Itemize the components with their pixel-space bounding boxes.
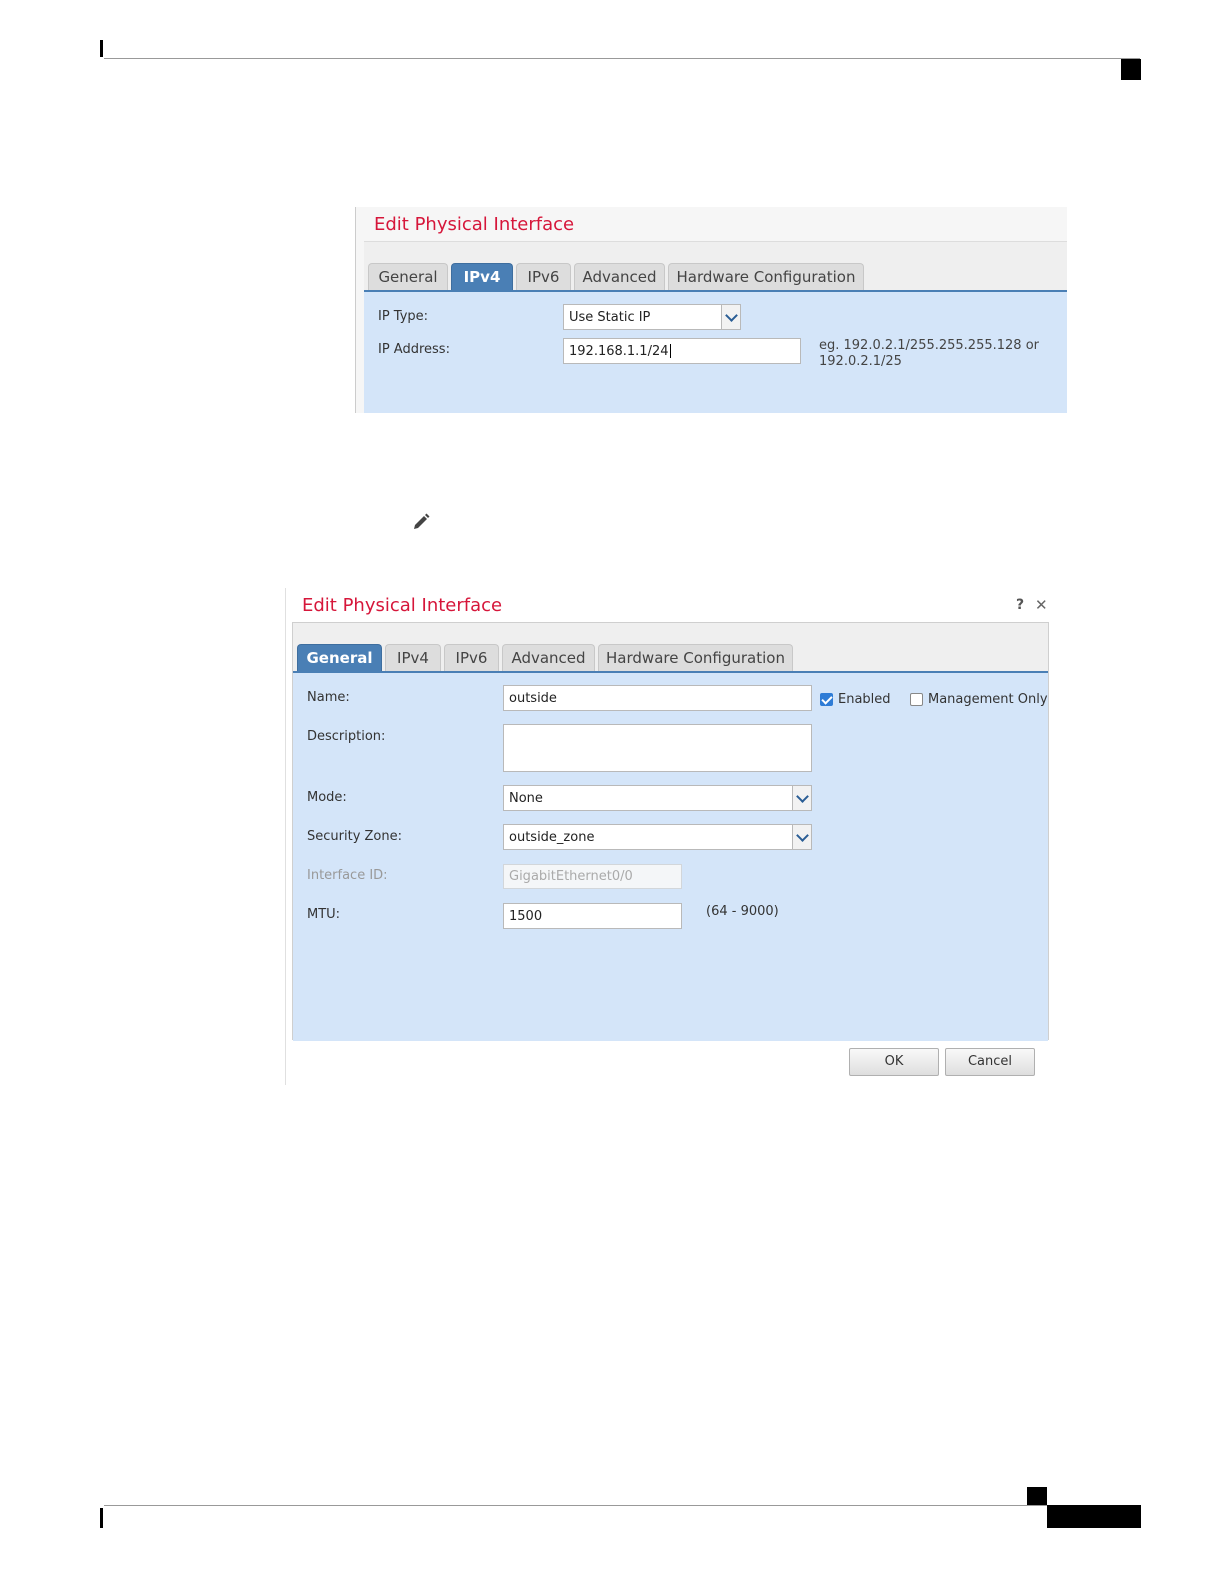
mtu-label: MTU: (307, 907, 341, 922)
tab-advanced[interactable]: Advanced (574, 263, 665, 290)
tab-general[interactable]: General (297, 644, 382, 671)
mode-value: None (509, 790, 543, 806)
enabled-label: Enabled (838, 692, 891, 707)
security-zone-value: outside_zone (509, 829, 595, 845)
chevron-down-icon[interactable] (792, 785, 812, 811)
cancel-button[interactable]: Cancel (945, 1048, 1035, 1076)
ip-type-select[interactable]: Use Static IP (563, 304, 741, 330)
ip-address-value: 192.168.1.1/24 (569, 343, 669, 359)
description-textarea[interactable] (503, 724, 812, 772)
security-zone-select[interactable]: outside_zone (503, 824, 812, 850)
interface-id-value: GigabitEthernet0/0 (509, 869, 633, 884)
text-cursor (669, 344, 671, 358)
enabled-checkbox[interactable] (820, 693, 833, 706)
interface-id-input: GigabitEthernet0/0 (503, 864, 682, 889)
ip-address-input[interactable]: 192.168.1.1/24 (563, 338, 801, 364)
chevron-down-icon[interactable] (792, 824, 812, 850)
name-value: outside (509, 690, 557, 706)
ip-address-hint-line2: 192.0.2.1/25 (819, 354, 902, 369)
mtu-range-hint: (64 - 9000) (706, 904, 779, 919)
tab-ipv6[interactable]: IPv6 (516, 263, 571, 290)
footer-rule (104, 1505, 1048, 1506)
mode-select[interactable]: None (503, 785, 812, 811)
dialog-title: Edit Physical Interface (302, 595, 503, 616)
chevron-down-icon[interactable] (721, 304, 741, 330)
ok-button[interactable]: OK (849, 1048, 939, 1076)
name-label: Name: (307, 690, 350, 705)
tab-general[interactable]: General (368, 263, 448, 290)
footer-tick (100, 1508, 103, 1528)
management-only-checkbox[interactable] (910, 693, 923, 706)
tab-hardware-configuration[interactable]: Hardware Configuration (668, 263, 864, 290)
header-tick (100, 40, 103, 57)
ip-address-label: IP Address: (378, 342, 450, 357)
ip-address-hint-line1: eg. 192.0.2.1/255.255.255.128 or (819, 338, 1039, 353)
close-icon[interactable]: ✕ (1035, 596, 1048, 614)
mtu-input[interactable]: 1500 (503, 903, 682, 929)
header-marker (1121, 59, 1141, 80)
help-icon[interactable]: ? (1016, 597, 1024, 613)
header-rule (104, 58, 1140, 59)
pencil-icon (411, 512, 431, 532)
interface-id-label: Interface ID: (307, 868, 388, 883)
tab-ipv6[interactable]: IPv6 (444, 644, 499, 671)
ipv4-dialog-screenshot: Edit Physical Interface General IPv4 IPv… (355, 207, 1067, 413)
tab-advanced[interactable]: Advanced (502, 644, 595, 671)
management-only-label: Management Only (928, 692, 1048, 707)
security-zone-label: Security Zone: (307, 829, 402, 844)
footer-page-tab (1047, 1505, 1141, 1528)
mode-label: Mode: (307, 790, 347, 805)
name-input[interactable]: outside (503, 685, 812, 711)
tab-hardware-configuration[interactable]: Hardware Configuration (598, 644, 793, 671)
footer-marker (1027, 1487, 1047, 1505)
ip-type-value: Use Static IP (569, 309, 651, 325)
tab-ipv4[interactable]: IPv4 (451, 263, 513, 290)
tab-ipv4[interactable]: IPv4 (385, 644, 441, 671)
ip-type-label: IP Type: (378, 309, 429, 324)
general-dialog-screenshot: Edit Physical Interface ? ✕ General IPv4… (285, 588, 1054, 1085)
mtu-value: 1500 (509, 908, 543, 924)
description-label: Description: (307, 729, 386, 744)
dialog-title: Edit Physical Interface (374, 214, 575, 235)
